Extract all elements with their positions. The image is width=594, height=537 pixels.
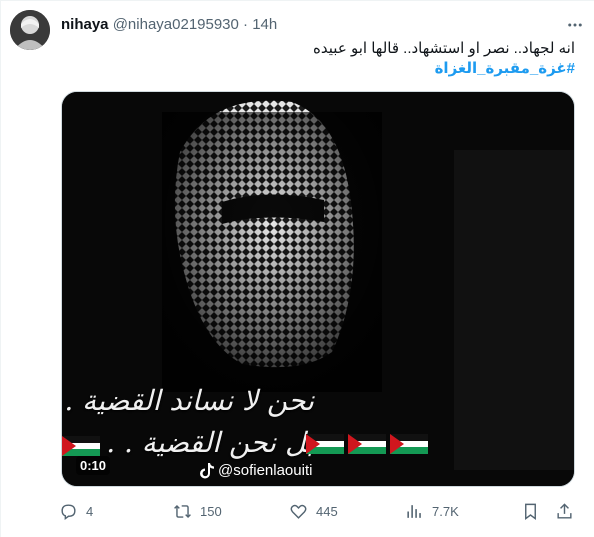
author-handle[interactable]: @nihaya02195930 <box>113 16 239 33</box>
video-player[interactable]: نحن لا نساند القضية . . بل نحن القضية . … <box>61 91 575 487</box>
separator-dot: · <box>243 16 249 33</box>
repost-count: 150 <box>200 503 222 519</box>
like-count: 445 <box>316 503 338 519</box>
reply-button[interactable]: 4 <box>59 499 93 523</box>
watermark-handle: @sofienlaouiti <box>218 462 313 479</box>
heart-icon <box>290 504 307 519</box>
palestine-flag-icon <box>306 434 344 454</box>
hashtag-link[interactable]: #غزة_مقبرة_الغزاة <box>61 59 575 79</box>
video-caption-line-2: بل نحن القضية . . <box>106 426 314 459</box>
video-duration: 0:10 <box>76 456 111 475</box>
palestine-flag-icon <box>62 436 100 456</box>
tweet-time[interactable]: 14h <box>252 16 277 33</box>
tweet-text-line: انه لجهاد.. نصر او استشهاد.. قالها ابو ع… <box>313 40 575 57</box>
palestine-flag-icon <box>390 434 428 454</box>
share-button[interactable] <box>555 499 574 523</box>
tweet-actions: 4 150 445 7.7K <box>59 499 579 523</box>
tweet-text: انه لجهاد.. نصر او استشهاد.. قالها ابو ع… <box>61 39 575 79</box>
bookmark-icon <box>525 503 536 520</box>
more-horizontal-icon[interactable] <box>565 15 585 35</box>
video-caption-line-1: نحن لا نساند القضية . . <box>61 384 314 417</box>
views-button[interactable]: 7.7K <box>405 499 459 523</box>
views-count: 7.7K <box>432 503 459 519</box>
palestine-flag-icon <box>348 434 386 454</box>
author-name[interactable]: nihaya <box>61 16 109 33</box>
reply-count: 4 <box>86 503 94 519</box>
share-icon <box>557 502 572 519</box>
tiktok-logo-icon <box>200 462 214 478</box>
repost-button[interactable]: 150 <box>173 499 222 523</box>
like-button[interactable]: 445 <box>289 499 338 523</box>
reply-icon <box>61 503 76 520</box>
bookmark-button[interactable] <box>521 499 540 523</box>
tweet-card[interactable]: nihaya @nihaya02195930 · 14h انه لجهاد..… <box>0 0 594 537</box>
tweet-header: nihaya @nihaya02195930 · 14h <box>61 15 277 35</box>
avatar[interactable] <box>10 10 50 50</box>
repost-icon <box>174 504 191 518</box>
video-watermark: @sofienlaouiti <box>200 462 312 479</box>
views-icon <box>407 504 421 518</box>
